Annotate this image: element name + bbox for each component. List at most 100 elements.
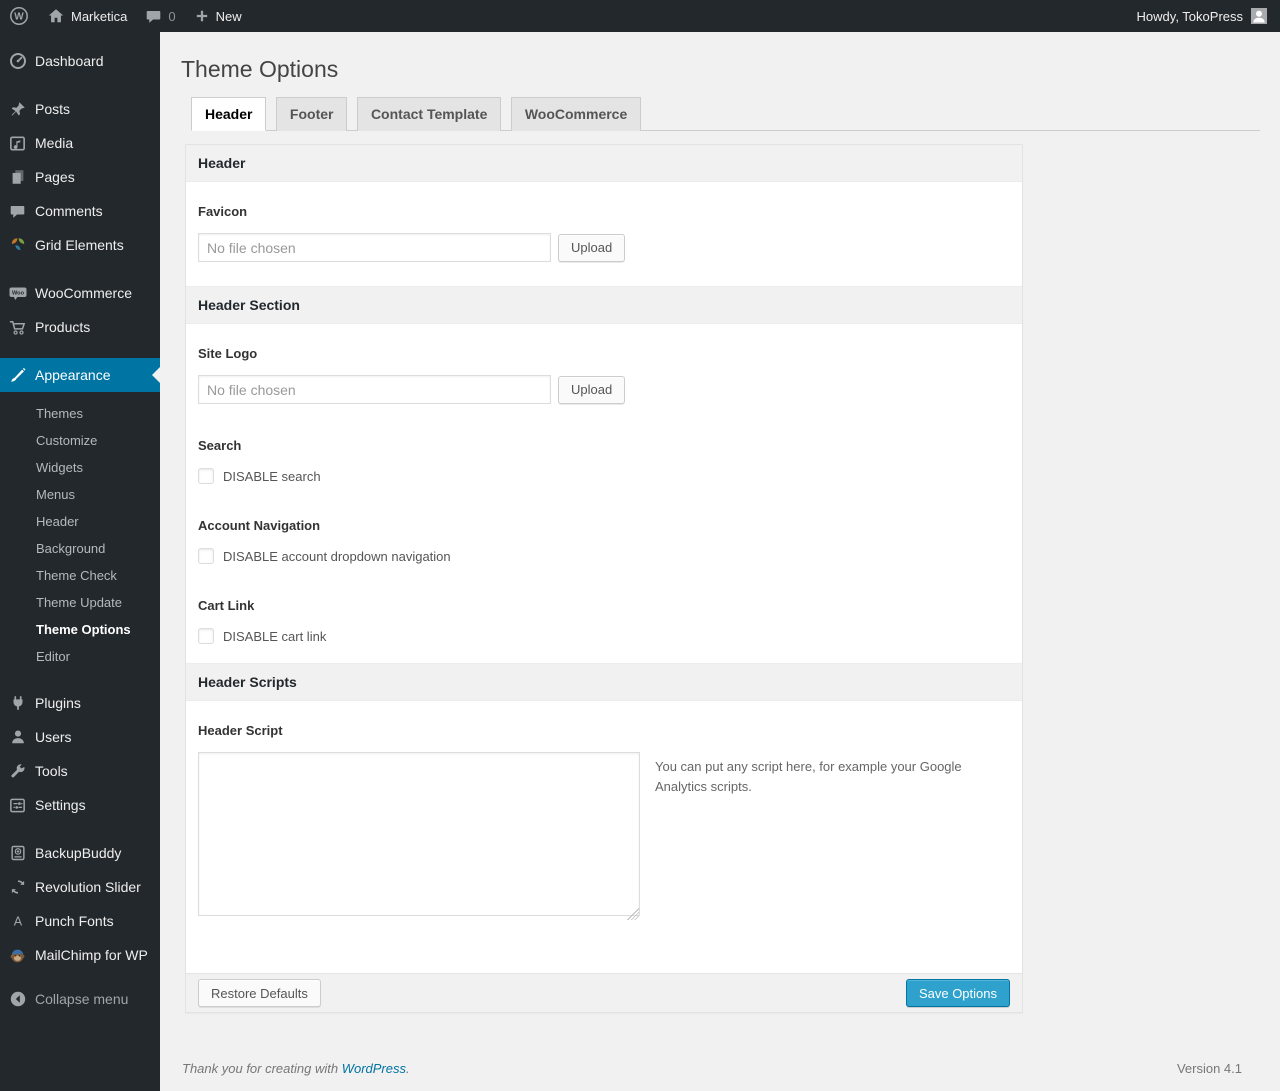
account-menu[interactable]: Howdy, TokoPress	[1137, 8, 1280, 24]
disable-search-checkbox[interactable]	[198, 468, 214, 484]
sidebar-item-label: Pages	[35, 169, 75, 185]
submenu-customize[interactable]: Customize	[0, 427, 160, 454]
sidebar-item-label: Posts	[35, 101, 71, 117]
sidebar-item-settings[interactable]: Settings	[0, 788, 160, 822]
section-header-scripts-title: Header Scripts	[186, 663, 1022, 701]
submenu-menus[interactable]: Menus	[0, 481, 160, 508]
settings-icon	[0, 796, 35, 815]
pin-icon	[0, 100, 35, 118]
sidebar-item-media[interactable]: Media	[0, 126, 160, 160]
favicon-upload-button[interactable]: Upload	[558, 233, 626, 262]
sidebar-item-backupbuddy[interactable]: BackupBuddy	[0, 836, 160, 870]
submenu-background[interactable]: Background	[0, 535, 160, 562]
disable-search-label: DISABLE search	[223, 468, 321, 484]
users-icon	[0, 728, 35, 746]
howdy-text: Howdy, TokoPress	[1136, 8, 1243, 24]
sidebar-item-revolution-slider[interactable]: Revolution Slider	[0, 870, 160, 904]
sidebar-item-label: Collapse menu	[35, 991, 129, 1007]
site-link[interactable]: Marketica	[38, 0, 136, 32]
header-script-row: You can put any script here, for example…	[198, 752, 1010, 973]
site-logo-file-input[interactable]	[198, 375, 551, 404]
submenu-theme-update[interactable]: Theme Update	[0, 589, 160, 616]
sidebar-item-label: BackupBuddy	[35, 845, 122, 861]
tab-header[interactable]: Header	[191, 97, 267, 131]
site-name: Marketica	[71, 8, 128, 24]
sidebar-item-products[interactable]: Products	[0, 310, 160, 344]
sidebar-item-tools[interactable]: Tools	[0, 754, 160, 788]
new-content-menu[interactable]: New	[185, 0, 251, 32]
favicon-file-input[interactable]	[198, 233, 551, 262]
svg-text:Woo: Woo	[11, 291, 24, 297]
appearance-icon	[0, 366, 35, 384]
sidebar-item-label: Users	[35, 729, 72, 745]
tools-icon	[0, 762, 35, 780]
thanks-prefix: Thank you for creating with	[182, 1061, 342, 1076]
admin-sidebar: Dashboard Posts Media Pages Comments Gri…	[0, 32, 160, 1091]
submenu-theme-check[interactable]: Theme Check	[0, 562, 160, 589]
sidebar-item-label: Settings	[35, 797, 86, 813]
submenu-themes[interactable]: Themes	[0, 400, 160, 427]
section-header-section-title: Header Section	[186, 286, 1022, 324]
resize-grip[interactable]	[627, 908, 639, 920]
sidebar-item-users[interactable]: Users	[0, 720, 160, 754]
sidebar-item-label: Grid Elements	[35, 237, 124, 253]
woocommerce-icon: Woo	[0, 283, 35, 303]
footer-thanks: Thank you for creating with WordPress.	[182, 1061, 410, 1076]
plus-icon	[194, 8, 210, 24]
section-header-scripts-body: Header Script You can put any script her…	[186, 723, 1022, 973]
backupbuddy-icon	[0, 844, 35, 862]
restore-defaults-button[interactable]: Restore Defaults	[198, 979, 321, 1007]
home-icon	[47, 7, 65, 25]
sidebar-item-posts[interactable]: Posts	[0, 92, 160, 126]
tab-woocommerce[interactable]: WooCommerce	[510, 97, 642, 131]
site-logo-upload-button[interactable]: Upload	[558, 375, 626, 404]
submenu-editor[interactable]: Editor	[0, 643, 160, 670]
sidebar-item-plugins[interactable]: Plugins	[0, 686, 160, 720]
sidebar-item-collapse-menu[interactable]: Collapse menu	[0, 982, 160, 1016]
svg-text:W: W	[14, 12, 24, 23]
admin-bar: W Marketica 0 New Howdy, TokoPress	[0, 0, 1280, 32]
page-footer: Thank you for creating with WordPress. V…	[182, 1061, 1242, 1076]
revolution-slider-icon	[0, 878, 35, 896]
sidebar-item-label: MailChimp for WP	[35, 947, 148, 963]
disable-cart-checkbox[interactable]	[198, 628, 214, 644]
wordpress-logo-icon: W	[9, 6, 29, 26]
sidebar-item-grid-elements[interactable]: Grid Elements	[0, 228, 160, 262]
sidebar-item-label: Revolution Slider	[35, 879, 141, 895]
save-options-button[interactable]: Save Options	[905, 979, 1010, 1007]
sidebar-item-mailchimp[interactable]: MailChimp for WP	[0, 938, 160, 972]
sidebar-item-comments[interactable]: Comments	[0, 194, 160, 228]
header-script-label: Header Script	[198, 723, 283, 738]
main-content: Theme Options Header Footer Contact Temp…	[160, 32, 1280, 1091]
cart-link-label: Cart Link	[198, 598, 255, 613]
wordpress-link[interactable]: WordPress	[342, 1061, 406, 1076]
disable-account-checkbox[interactable]	[198, 548, 214, 564]
tab-contact-template[interactable]: Contact Template	[356, 97, 502, 131]
svg-text:A: A	[13, 914, 22, 928]
comments-icon	[0, 203, 35, 220]
header-script-textarea[interactable]	[198, 752, 640, 916]
section-header-title: Header	[186, 145, 1022, 182]
sidebar-item-dashboard[interactable]: Dashboard	[0, 44, 160, 78]
sidebar-item-woocommerce[interactable]: Woo WooCommerce	[0, 276, 160, 310]
sidebar-item-label: Products	[35, 319, 91, 335]
disable-search-row: DISABLE search	[198, 468, 1010, 484]
sidebar-item-label: Tools	[35, 763, 68, 779]
wordpress-menu[interactable]: W	[0, 0, 38, 32]
mailchimp-icon	[0, 946, 35, 965]
sidebar-item-pages[interactable]: Pages	[0, 160, 160, 194]
comment-count: 0	[168, 8, 176, 24]
favicon-label: Favicon	[198, 204, 248, 219]
theme-options-panel: Header Favicon Upload Header Section Sit…	[185, 144, 1023, 1013]
submenu-widgets[interactable]: Widgets	[0, 454, 160, 481]
search-label: Search	[198, 438, 242, 453]
avatar	[1251, 8, 1267, 24]
sidebar-item-appearance[interactable]: Appearance	[0, 358, 160, 392]
thanks-suffix: .	[406, 1061, 410, 1076]
submenu-header[interactable]: Header	[0, 508, 160, 535]
tab-footer[interactable]: Footer	[275, 97, 348, 131]
submenu-theme-options[interactable]: Theme Options	[0, 616, 160, 643]
comments-shortcut[interactable]: 0	[136, 0, 184, 32]
sidebar-item-punch-fonts[interactable]: A Punch Fonts	[0, 904, 160, 938]
new-label: New	[215, 8, 242, 24]
